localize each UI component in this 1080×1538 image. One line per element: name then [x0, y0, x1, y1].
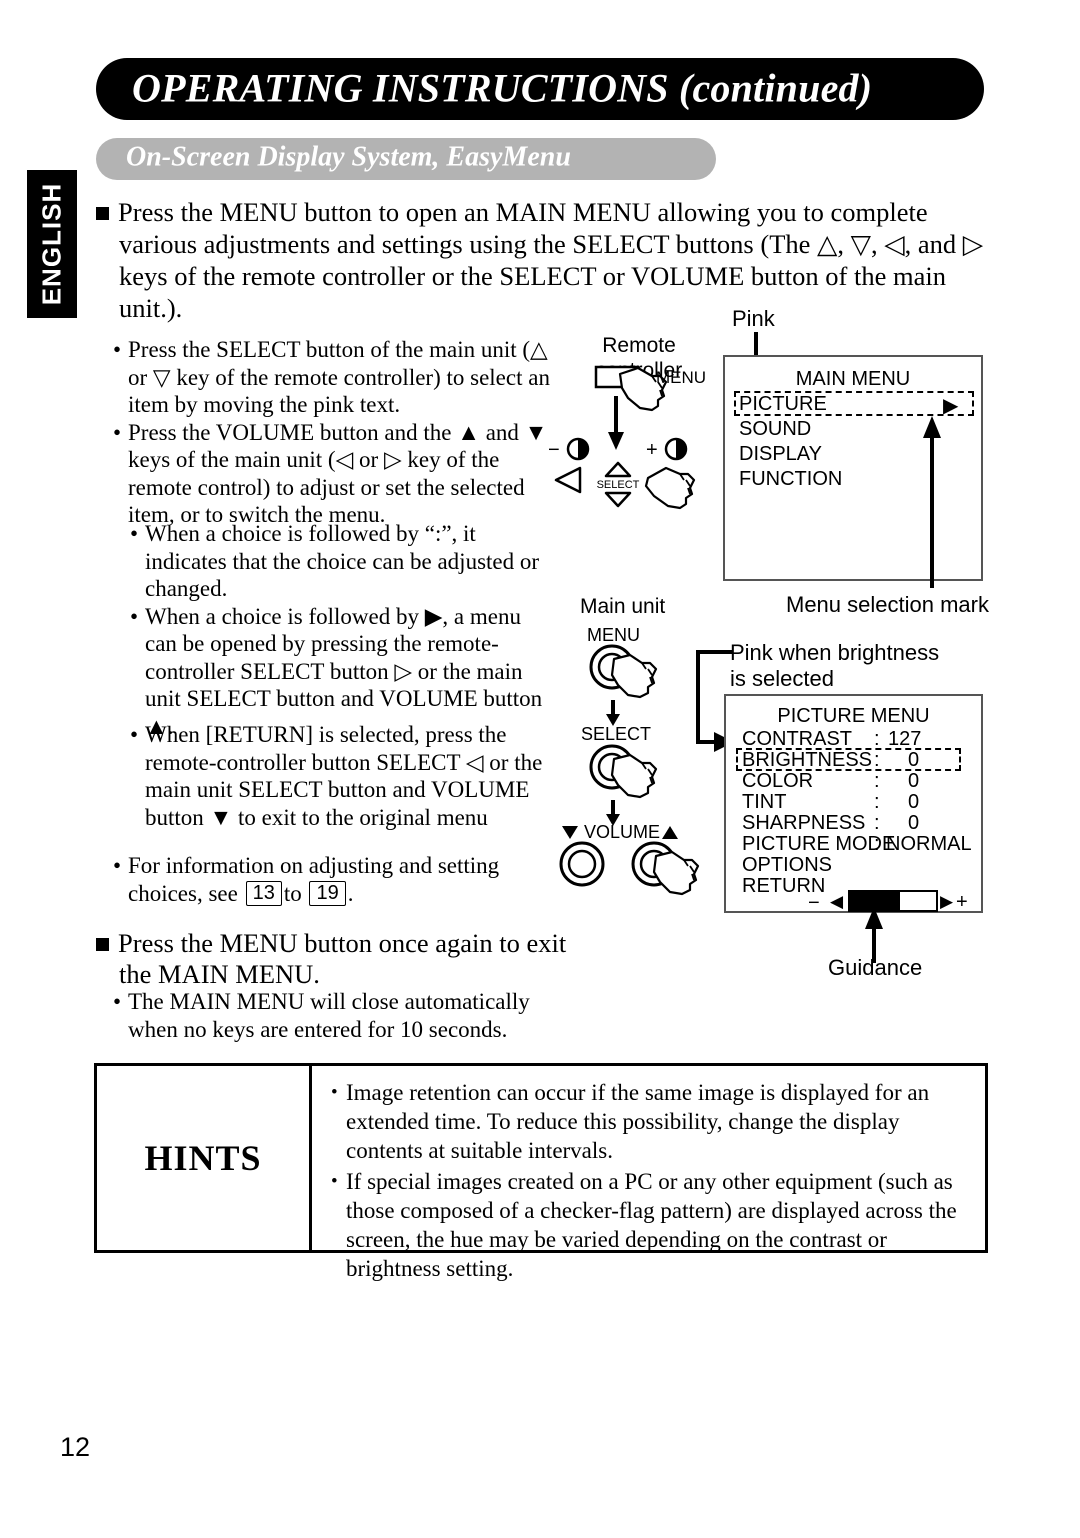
page-ref-suffix: . [347, 880, 354, 906]
select-key-label: SELECT [597, 479, 640, 491]
instruction-paragraph-1-text: Press the MENU button to open an MAIN ME… [118, 197, 984, 323]
bullet-group-2: When a choice is followed by “:”, it ind… [130, 520, 555, 740]
callout-menu-selection-mark-label: Menu selection mark [786, 592, 989, 617]
page-title: OPERATING INSTRUCTIONS (continued) [132, 65, 873, 111]
picture-menu-row-brightness[interactable]: BRIGHTNESS [742, 749, 872, 772]
section-subtitle-banner: On-Screen Display System, EasyMenu [96, 138, 716, 180]
picture-menu-value-tint: 0 [908, 791, 920, 813]
language-tab-label: ENGLISH [36, 182, 67, 306]
main-unit-volume-label: VOLUME [584, 822, 660, 842]
main-menu-item-function[interactable]: FUNCTION [739, 468, 842, 491]
picture-menu-title: PICTURE MENU [777, 705, 930, 727]
list-item: Image retention can occur if the same im… [331, 1078, 969, 1165]
picture-menu-value-color: 0 [908, 770, 920, 792]
bullet-group-1: Press the SELECT button of the main unit… [113, 336, 553, 529]
picture-menu-value-contrast: 127 [888, 728, 922, 750]
main-menu-item-sound[interactable]: SOUND [739, 418, 811, 441]
square-bullet-icon [96, 207, 109, 220]
list-item: For information on adjusting and setting… [113, 852, 558, 908]
bullet-group-4: For information on adjusting and setting… [113, 852, 558, 908]
hints-label-cell: HINTS [97, 1066, 312, 1250]
arrow-head-up-icon [865, 907, 883, 929]
select-left-key-icon[interactable] [554, 466, 582, 494]
picture-menu-row-color[interactable]: COLOR [742, 770, 813, 793]
volume-down-button-inner-icon [567, 849, 597, 879]
main-unit-volume-row-labels: VOLUME [562, 822, 678, 842]
list-item: When [RETURN] is selected, press the rem… [130, 721, 555, 831]
callout-pink-label: Pink [732, 306, 775, 331]
hand-icon [610, 653, 658, 699]
document-page: OPERATING INSTRUCTIONS (continued) On-Sc… [0, 0, 1080, 1538]
picture-menu-sep-sharpness: : [874, 812, 880, 834]
picture-menu-value-brightness: 0 [908, 749, 920, 771]
picture-menu-value-picture-mode: NORMAL [886, 833, 972, 855]
guidance-right-arrow-icon[interactable]: ▶ [940, 892, 953, 912]
main-menu-item-picture[interactable]: PICTURE [739, 393, 827, 416]
list-item: Press the VOLUME button and the ▲ and ▼ … [113, 419, 553, 529]
guidance-left-arrow-icon[interactable]: ◀ [830, 892, 843, 912]
remote-select-keys-illustration: − + SELECT [548, 437, 696, 510]
remote-menu-label: MENU [656, 368, 707, 387]
callout-guidance-label: Guidance [828, 955, 923, 980]
bullet-group-5: The MAIN MENU will close automatically w… [113, 988, 568, 1043]
instruction-paragraph-2: Press the MENU button once again to exit… [96, 928, 589, 990]
picture-menu-row-tint[interactable]: TINT [742, 791, 786, 814]
main-unit-volume-buttons-illustration [559, 841, 700, 896]
list-item: If special images created on a PC or any… [331, 1167, 969, 1283]
list-item: The MAIN MENU will close automatically w… [113, 988, 568, 1043]
hints-body-cell: Image retention can occur if the same im… [315, 1066, 985, 1281]
picture-menu-sep-picture-mode: : [874, 833, 880, 855]
square-bullet-icon [96, 938, 109, 951]
list-item: When a choice is followed by ▶, a menu c… [130, 603, 555, 741]
hand-icon [610, 753, 658, 799]
plus-sign: + [646, 439, 658, 461]
callout-pink-brightness-label: Pink when brightness is selected [730, 640, 940, 691]
main-menu-item-display[interactable]: DISPLAY [739, 443, 822, 466]
main-unit-select-button-illustration [589, 744, 658, 799]
picture-menu-row-sharpness[interactable]: SHARPNESS [742, 812, 865, 835]
picture-menu-osd: PICTURE MENU CONTRAST : 127 BRIGHTNESS :… [724, 694, 983, 913]
main-unit-label: Main unit [580, 595, 666, 618]
picture-menu-sep-contrast: : [874, 728, 880, 750]
select-down-key-icon[interactable] [604, 491, 632, 508]
guidance-plus-label: + [956, 891, 968, 913]
minus-sign: − [548, 439, 560, 461]
page-title-banner: OPERATING INSTRUCTIONS (continued) [96, 58, 984, 120]
list-item: When a choice is followed by “:”, it ind… [130, 520, 555, 603]
picture-menu-value-sharpness: 0 [908, 812, 920, 834]
page-ref-from: 13 [245, 880, 282, 906]
hand-icon [644, 466, 696, 510]
volume-up-triangle-icon [662, 826, 678, 839]
picture-menu-row-options[interactable]: OPTIONS [742, 854, 832, 877]
main-unit-menu-button-illustration [589, 644, 658, 699]
picture-menu-sep-tint: : [874, 791, 880, 813]
page-ref-mid: to [283, 880, 302, 906]
instruction-paragraph-1: Press the MENU button to open an MAIN ME… [96, 196, 1004, 324]
picture-menu-sep-color: : [874, 770, 880, 792]
language-tab: ENGLISH [27, 170, 77, 318]
instruction-paragraph-2-text: Press the MENU button once again to exit… [118, 928, 567, 989]
hints-box: HINTS Image retention can occur if the s… [94, 1063, 988, 1281]
volume-down-triangle-icon [562, 826, 578, 839]
page-number: 12 [60, 1432, 91, 1462]
section-subtitle: On-Screen Display System, EasyMenu [126, 141, 571, 173]
list-item: Press the SELECT button of the main unit… [113, 336, 553, 419]
hand-icon [652, 850, 700, 896]
arrow-head-up-icon [923, 416, 941, 438]
picture-menu-row-contrast[interactable]: CONTRAST [742, 728, 852, 751]
menu-selection-mark-arrow [923, 416, 941, 588]
picture-menu-row-picture-mode[interactable]: PICTURE MODE [742, 833, 895, 856]
select-up-key-icon[interactable] [604, 461, 632, 478]
hints-label: HINTS [144, 1138, 262, 1178]
main-menu-title: MAIN MENU [795, 368, 911, 390]
bullet-group-3: When [RETURN] is selected, press the rem… [130, 721, 555, 831]
guidance-minus-label: − [808, 892, 820, 914]
picture-menu-sep-brightness: : [874, 749, 880, 771]
page-ref-to: 19 [309, 880, 346, 906]
main-unit-select-label: SELECT [581, 724, 652, 744]
